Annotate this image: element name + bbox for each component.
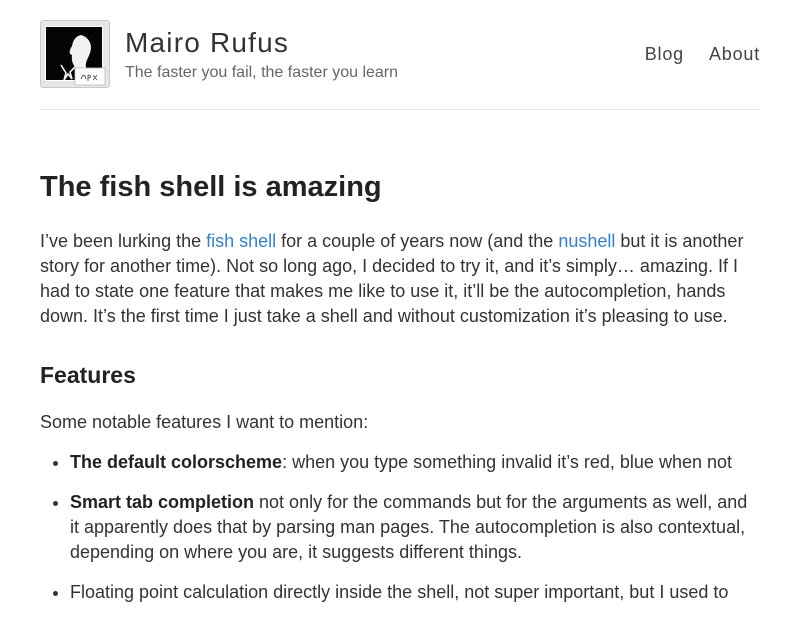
- features-heading: Features: [40, 362, 136, 388]
- nav-link-blog[interactable]: Blog: [645, 44, 684, 65]
- post-title: The fish shell is amazing: [40, 171, 382, 203]
- portrait-silhouette-icon: [41, 21, 109, 87]
- nushell-link[interactable]: nushell: [558, 231, 615, 251]
- site-avatar[interactable]: [40, 20, 110, 88]
- list-item: Smart tab completion not only for the co…: [70, 490, 760, 565]
- fish-shell-link[interactable]: fish shell: [206, 231, 276, 251]
- feature-description: : when you type something invalid it’s r…: [282, 452, 733, 472]
- features-intro: Some notable features I want to mention:: [40, 412, 369, 432]
- intro-text-1: I’ve been lurking the: [40, 231, 207, 251]
- nav-link-about[interactable]: About: [709, 44, 760, 65]
- feature-description: Floating point calculation directly insi…: [70, 582, 729, 602]
- intro-paragraph: I’ve been lurking the fish shell for a c…: [40, 229, 760, 329]
- site-title[interactable]: Mairo Rufus: [125, 27, 289, 59]
- feature-name: The default colorscheme: [70, 452, 283, 472]
- site-header: Mairo Rufus The faster you fail, the fas…: [40, 20, 760, 110]
- feature-name: Smart tab completion: [70, 492, 255, 512]
- site-tagline: The faster you fail, the faster you lear…: [125, 64, 399, 81]
- intro-text-2: for a couple of years now (and the: [276, 231, 559, 251]
- list-item: The default colorscheme: when you type s…: [70, 450, 760, 475]
- main-nav: Blog About: [645, 44, 760, 65]
- post-article: The fish shell is amazing I’ve been lurk…: [40, 168, 760, 620]
- feature-list: The default colorscheme: when you type s…: [40, 450, 760, 605]
- list-item: Floating point calculation directly insi…: [70, 580, 760, 605]
